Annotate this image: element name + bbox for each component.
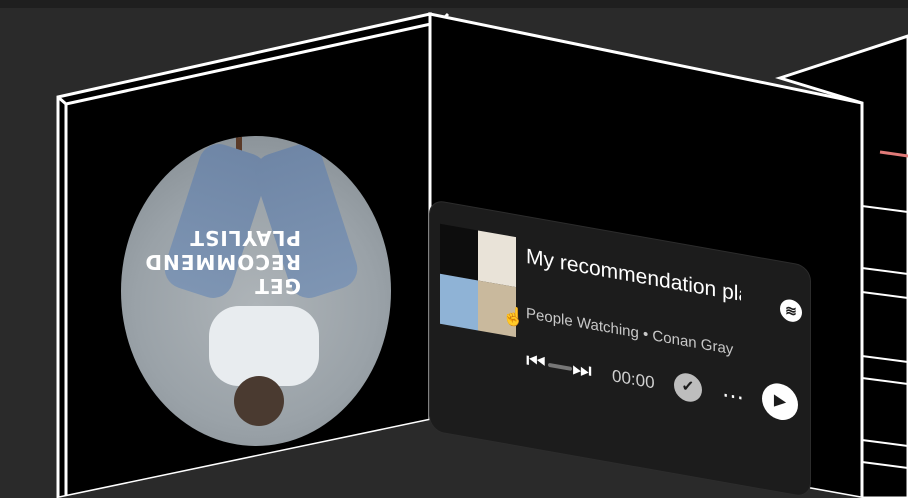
player-controls: ⏮ ⏭ 00:00 ✓ ⋯ ▶	[526, 341, 798, 429]
skip-next-icon[interactable]: ⏭	[572, 355, 592, 384]
cover-title: GET RECOMMEND PLAYLIST	[121, 226, 391, 298]
cover-shirt	[209, 306, 319, 386]
cover-head	[234, 376, 284, 426]
cover-line-playlist: PLAYLIST	[189, 226, 301, 250]
cover-line-get: GET	[254, 274, 301, 298]
cover-line-recommend: RECOMMEND	[144, 250, 301, 274]
skip-previous-icon[interactable]: ⏮	[526, 347, 546, 376]
album-art-portrait	[440, 273, 478, 331]
playlist-cover[interactable]: GET RECOMMEND PLAYLIST	[121, 136, 391, 446]
more-horizontal-icon[interactable]: ⋯	[722, 381, 744, 411]
spotify-icon[interactable]: ≋	[780, 297, 802, 324]
top-bar	[0, 0, 908, 8]
progress-bar[interactable]	[548, 362, 572, 372]
check-circle-icon[interactable]: ✓	[674, 371, 702, 404]
play-icon[interactable]: ▶	[762, 380, 798, 423]
album-art-mask	[478, 230, 516, 288]
playlist-title[interactable]: My recommendation playlist	[526, 245, 741, 307]
pointer-hand-icon: ☝	[502, 304, 525, 329]
time-display: 00:00	[612, 366, 655, 393]
album-art-heart	[440, 223, 478, 281]
